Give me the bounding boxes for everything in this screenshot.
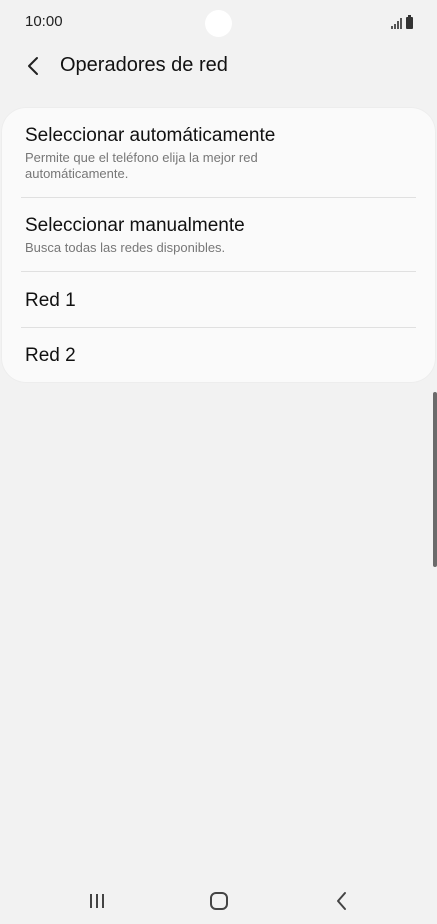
item-title: Seleccionar automáticamente xyxy=(25,125,276,146)
item-title: Seleccionar manualmente xyxy=(25,215,245,236)
network-item-red-1[interactable]: Red 1 xyxy=(2,272,435,327)
home-icon xyxy=(210,892,228,910)
scrollbar[interactable] xyxy=(433,392,437,567)
back-icon xyxy=(337,892,346,910)
camera-cutout xyxy=(205,10,232,37)
recent-apps-icon xyxy=(90,894,104,908)
home-button[interactable] xyxy=(199,884,239,918)
back-button[interactable] xyxy=(20,52,48,80)
navigation-bar xyxy=(0,876,437,924)
recent-apps-button[interactable] xyxy=(77,884,117,918)
status-time: 10:00 xyxy=(25,13,63,30)
nav-back-button[interactable] xyxy=(322,884,362,918)
page-title: Operadores de red xyxy=(60,54,228,76)
signal-icon xyxy=(391,17,402,29)
item-title: Red 1 xyxy=(25,290,76,311)
item-title: Red 2 xyxy=(25,345,76,366)
status-icons xyxy=(391,13,413,29)
item-subtitle: Busca todas las redes disponibles. xyxy=(25,240,226,255)
status-bar: 10:00 xyxy=(0,0,437,44)
battery-icon xyxy=(406,15,413,29)
app-bar: Operadores de red xyxy=(0,44,437,88)
item-subtitle: Permite que el teléfono elija la mejor r… xyxy=(25,150,258,181)
select-automatically-item[interactable]: Seleccionar automáticamente Permite que … xyxy=(2,108,435,196)
select-manually-item[interactable]: Seleccionar manualmente Busca todas las … xyxy=(2,198,435,271)
network-item-red-2[interactable]: Red 2 xyxy=(2,328,435,382)
chevron-left-icon xyxy=(28,57,38,75)
network-operators-card: Seleccionar automáticamente Permite que … xyxy=(2,108,435,382)
